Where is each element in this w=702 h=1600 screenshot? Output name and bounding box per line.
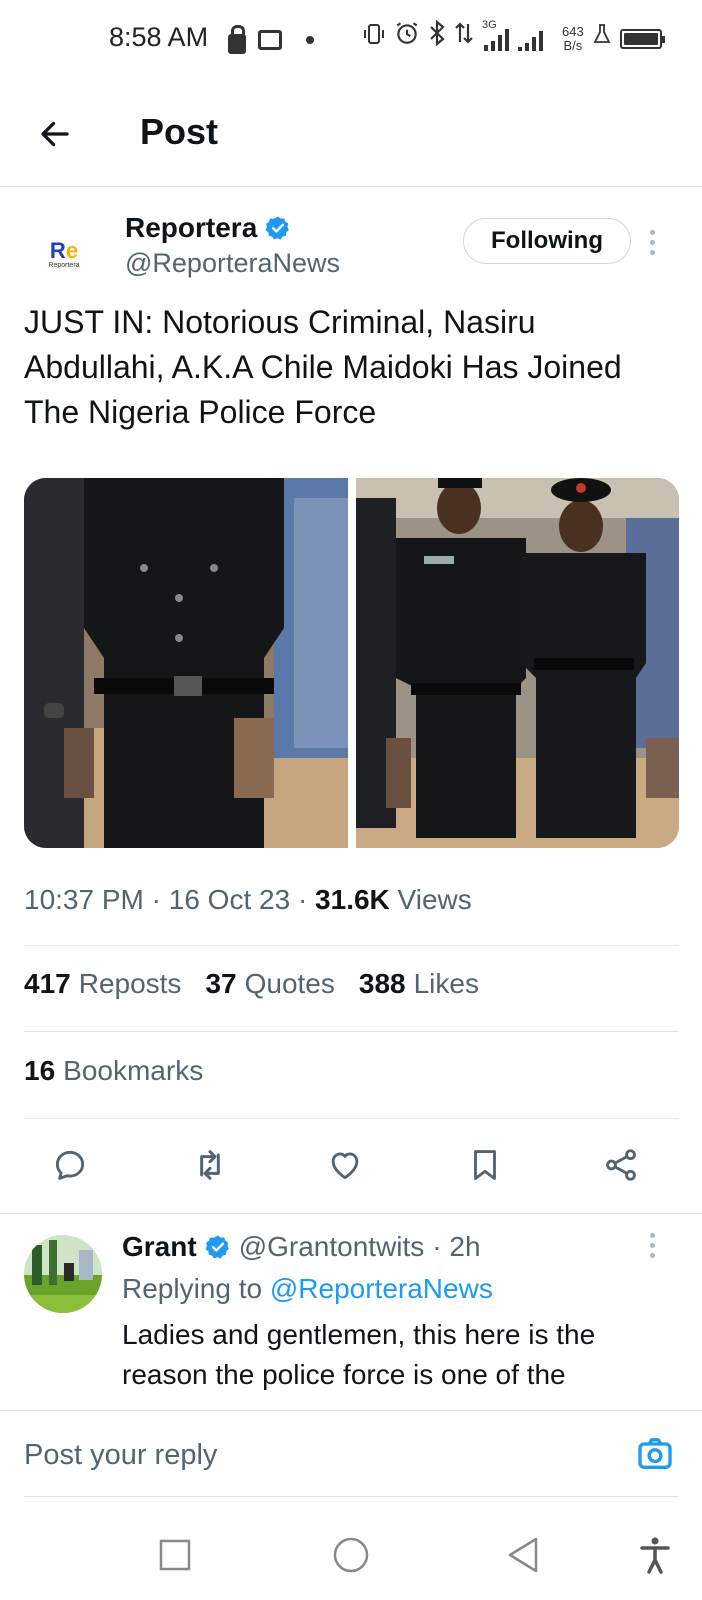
- views-count: 31.6K: [315, 884, 390, 915]
- author-name[interactable]: Reportera: [125, 212, 291, 244]
- status-icons-right: 3G 643 B/s: [362, 19, 665, 57]
- reply-avatar[interactable]: [24, 1235, 102, 1313]
- post-meta: 10:37 PM · 16 Oct 23 · 31.6K Views: [24, 884, 472, 915]
- divider: [24, 1496, 679, 1497]
- repost-icon: [200, 1150, 220, 1180]
- network-speed: 643 B/s: [562, 23, 584, 53]
- reply-author-name[interactable]: Grant: [122, 1231, 197, 1263]
- recents-button[interactable]: [150, 1530, 200, 1580]
- circle-icon: [333, 1537, 369, 1573]
- top-app-bar: Post: [0, 95, 702, 187]
- post-text: JUST IN: Notorious Criminal, Nasiru Abdu…: [24, 304, 622, 430]
- page-title: Post: [140, 111, 219, 152]
- engagement-stats: 417 Reposts 37 Quotes 388 Likes: [24, 968, 479, 1000]
- back-button[interactable]: [30, 109, 80, 159]
- share-button[interactable]: [596, 1140, 646, 1190]
- reply-age: · 2h: [432, 1231, 481, 1262]
- views-label[interactable]: Views: [398, 884, 472, 915]
- reply-more-button[interactable]: [640, 1227, 664, 1263]
- flask-icon: [592, 21, 612, 57]
- reply-author-handle[interactable]: @Grantontwits: [239, 1231, 425, 1263]
- repost-button[interactable]: [185, 1140, 235, 1190]
- post-more-button[interactable]: [640, 224, 664, 260]
- camera-button[interactable]: [632, 1431, 678, 1477]
- status-icons-left: [228, 22, 330, 58]
- like-button[interactable]: [320, 1140, 370, 1190]
- post-media[interactable]: [24, 478, 679, 848]
- like-icon: [331, 1152, 359, 1180]
- status-time: 8:58 AM: [109, 22, 209, 52]
- reposts-stat[interactable]: 417 Reposts: [24, 968, 181, 1000]
- replying-to: Replying to @ReporteraNews: [122, 1273, 493, 1304]
- verified-badge-icon: [205, 1235, 229, 1259]
- signal-icon: 3G: [482, 19, 554, 57]
- author-avatar[interactable]: Re Reportera: [24, 214, 104, 294]
- divider: [0, 1213, 702, 1214]
- screen-record-icon: [258, 30, 282, 50]
- status-bar: 8:58 AM 3G 643 B/s: [0, 0, 702, 80]
- battery-level: [623, 32, 658, 45]
- bookmarks-stat[interactable]: 16 Bookmarks: [24, 1055, 203, 1087]
- accessibility-button[interactable]: [630, 1530, 680, 1580]
- square-icon: [159, 1539, 191, 1571]
- author-handle[interactable]: @ReporteraNews: [125, 248, 340, 279]
- reportera-logo-sub: Reportera: [48, 261, 80, 269]
- bookmark-stats: 16 Bookmarks: [24, 1055, 203, 1087]
- lock-icon: [228, 25, 246, 54]
- reply-header: Grant @Grantontwits · 2h: [122, 1231, 481, 1263]
- reply-composer: [0, 1410, 702, 1505]
- arrow-left-icon: [41, 121, 69, 147]
- replying-to-link[interactable]: @ReporteraNews: [270, 1273, 493, 1304]
- divider: [24, 945, 679, 946]
- likes-stat[interactable]: 388 Likes: [359, 968, 479, 1000]
- post-actions: [0, 1140, 702, 1200]
- photo-left[interactable]: [24, 478, 348, 848]
- bluetooth-icon: [428, 19, 446, 57]
- following-button[interactable]: Following: [463, 218, 631, 264]
- bookmark-icon: [474, 1150, 496, 1180]
- alarm-icon: [394, 20, 420, 57]
- photo-right[interactable]: [355, 478, 679, 848]
- back-nav-button[interactable]: [498, 1530, 548, 1580]
- more-vertical-icon: [649, 1232, 655, 1238]
- camera-icon: [638, 1438, 672, 1469]
- reply-input[interactable]: [24, 1433, 584, 1477]
- reply-item[interactable]: Grant @Grantontwits · 2h Replying to @Re…: [0, 1225, 702, 1410]
- reply-button[interactable]: [45, 1140, 95, 1190]
- post-date: 16 Oct 23: [168, 884, 291, 915]
- reportera-logo: Re: [49, 237, 79, 263]
- divider: [24, 1031, 679, 1032]
- quotes-stat[interactable]: 37 Quotes: [205, 968, 334, 1000]
- battery-icon: [619, 28, 665, 49]
- notification-dot-icon: [306, 36, 314, 44]
- accessibility-icon: [640, 1537, 670, 1574]
- bookmark-button[interactable]: [460, 1140, 510, 1190]
- data-transfer-icon: [454, 20, 474, 57]
- share-icon: [606, 1149, 636, 1181]
- reply-text: Ladies and gentlemen, this here is the r…: [122, 1319, 596, 1390]
- post-time: 10:37 PM: [24, 884, 144, 915]
- post-author: Re Reportera Reportera @ReporteraNews Fo…: [0, 200, 702, 294]
- verified-badge-icon: [265, 216, 290, 240]
- divider: [24, 1118, 679, 1119]
- triangle-back-icon: [508, 1537, 538, 1573]
- vibrate-icon: [362, 21, 386, 57]
- more-vertical-icon: [649, 229, 655, 235]
- home-button[interactable]: [326, 1530, 376, 1580]
- reply-icon: [55, 1150, 85, 1180]
- system-nav-bar: [0, 1510, 702, 1600]
